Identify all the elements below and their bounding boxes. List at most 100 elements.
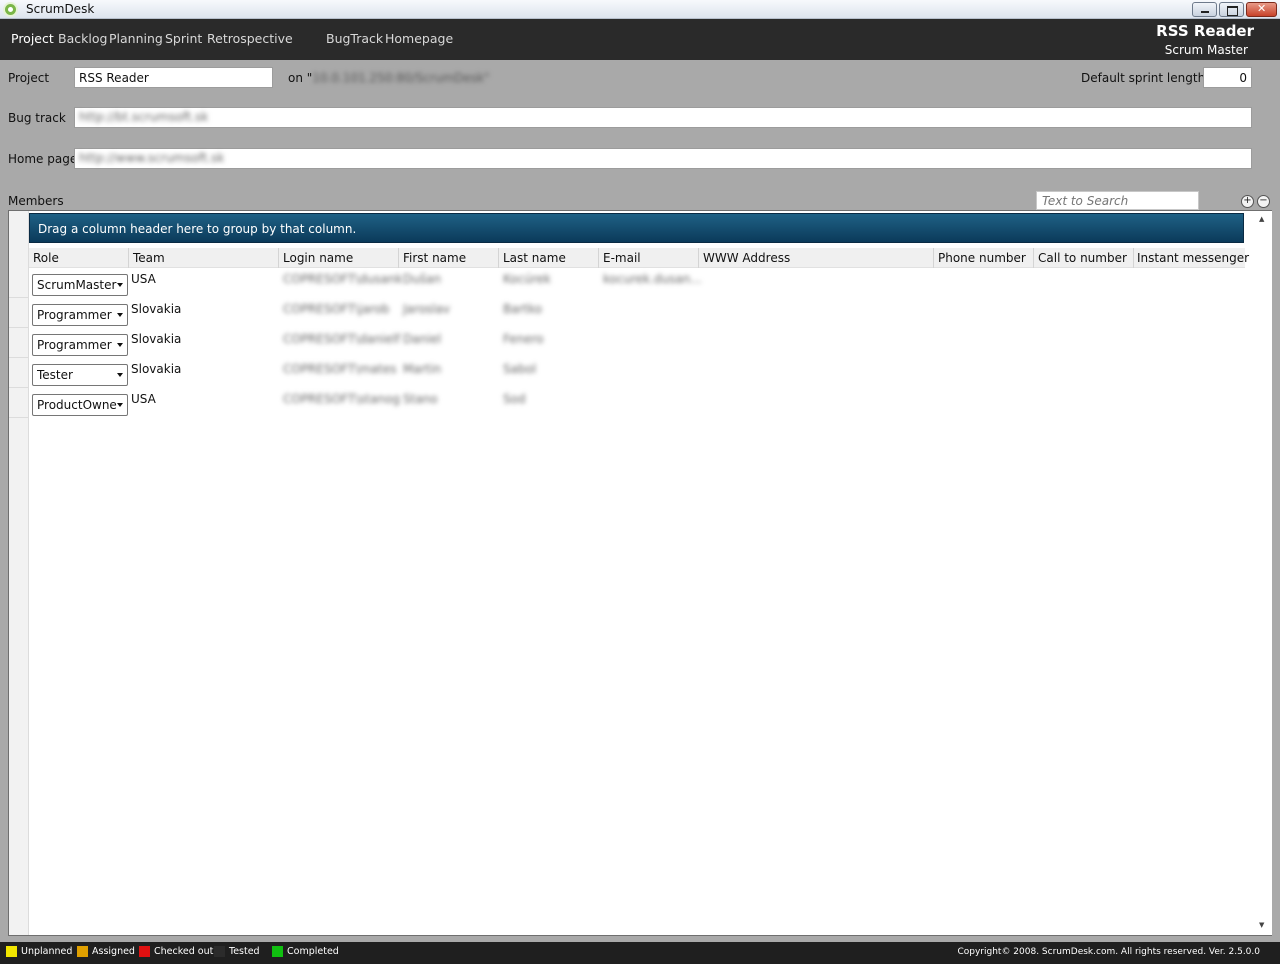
column-header-phone-number[interactable]: Phone number: [938, 251, 1026, 265]
role-dropdown[interactable]: ProductOwne: [32, 394, 128, 416]
bugtrack-url-input[interactable]: http://bt.scrumsoft.sk: [74, 107, 1252, 128]
login-name-cell[interactable]: COPRESOFT\dusank: [283, 272, 403, 286]
table-row[interactable]: Programmer Slovakia COPRESOFT\jarob Jaro…: [9, 298, 1245, 328]
column-header-www-address[interactable]: WWW Address: [703, 251, 790, 265]
login-name-cell[interactable]: COPRESOFT\mates: [283, 362, 397, 376]
nav-bugtrack[interactable]: BugTrack: [326, 31, 383, 46]
role-value: ProductOwne: [37, 398, 117, 412]
last-name-cell[interactable]: Fenero: [503, 332, 544, 346]
column-separator[interactable]: [498, 248, 499, 268]
copyright-text: Copyright© 2008. ScrumDesk.com. All righ…: [957, 947, 1260, 957]
first-name-cell[interactable]: Stano: [403, 392, 438, 406]
team-cell[interactable]: Slovakia: [131, 332, 181, 346]
first-name-cell[interactable]: Dušan: [403, 272, 441, 286]
column-header-email[interactable]: E-mail: [603, 251, 641, 265]
nav-sprint[interactable]: Sprint: [165, 31, 202, 46]
project-label: Project: [8, 71, 50, 85]
column-separator[interactable]: [1033, 248, 1034, 268]
vertical-scrollbar[interactable]: ▲ ▼: [1252, 211, 1272, 935]
members-label: Members: [8, 194, 64, 208]
collapse-all-icon[interactable]: −: [1257, 195, 1270, 208]
restore-button[interactable]: [1219, 2, 1244, 17]
scrumdesk-app-icon: [3, 2, 18, 17]
column-separator[interactable]: [398, 248, 399, 268]
last-name-cell[interactable]: Sabol: [503, 362, 536, 376]
column-separator[interactable]: [1133, 248, 1134, 268]
legend-completed: Completed: [272, 946, 339, 957]
completed-swatch: [272, 946, 283, 957]
legend-label: Checked out: [154, 946, 214, 957]
search-input[interactable]: [1036, 191, 1199, 210]
server-address: 10.0.101.250:80/ScrumDesk": [312, 71, 490, 85]
team-cell[interactable]: Slovakia: [131, 362, 181, 376]
legend-label: Completed: [287, 946, 339, 957]
homepage-url-value: http://www.scrumsoft.sk: [79, 151, 225, 165]
column-header-last-name[interactable]: Last name: [503, 251, 566, 265]
table-row[interactable]: ScrumMaster USA COPRESOFT\dusank Dušan K…: [9, 268, 1245, 298]
row-indicator[interactable]: [9, 328, 29, 358]
nav-homepage[interactable]: Homepage: [385, 31, 453, 46]
column-header-first-name[interactable]: First name: [403, 251, 466, 265]
role-dropdown[interactable]: Programmer: [32, 334, 128, 356]
legend-checked-out: Checked out: [139, 946, 213, 957]
chevron-down-icon: [117, 283, 123, 287]
last-name-cell[interactable]: Sod: [503, 392, 526, 406]
status-bar: Unplanned Assigned Checked out Tested Co…: [0, 942, 1280, 964]
team-cell[interactable]: USA: [131, 392, 156, 406]
column-header-call-to-number[interactable]: Call to number: [1038, 251, 1127, 265]
bugtrack-label: Bug track: [8, 111, 66, 125]
first-name-cell[interactable]: Martin: [403, 362, 441, 376]
team-cell[interactable]: USA: [131, 272, 156, 286]
column-header-role[interactable]: Role: [33, 251, 59, 265]
minimize-button[interactable]: [1192, 2, 1217, 17]
row-indicator[interactable]: [9, 268, 29, 298]
grid-header-row: Role Team Login name First name Last nam…: [29, 248, 1249, 268]
role-value: Tester: [37, 368, 73, 382]
chevron-down-icon: [117, 313, 123, 317]
login-name-cell[interactable]: COPRESOFT\jarob: [283, 302, 389, 316]
column-separator[interactable]: [128, 248, 129, 268]
legend-label: Unplanned: [21, 946, 73, 957]
column-header-instant-messenger[interactable]: Instant messenger: [1137, 251, 1249, 265]
column-separator[interactable]: [698, 248, 699, 268]
first-name-cell[interactable]: Jaroslav: [403, 302, 450, 316]
role-value: ScrumMaster: [37, 278, 117, 292]
nav-project[interactable]: Project: [11, 31, 54, 46]
chevron-down-icon: [117, 403, 123, 407]
group-by-panel[interactable]: Drag a column header here to group by th…: [29, 213, 1244, 243]
column-header-team[interactable]: Team: [133, 251, 165, 265]
role-dropdown[interactable]: Programmer: [32, 304, 128, 326]
row-indicator[interactable]: [9, 388, 29, 418]
table-row[interactable]: ProductOwne USA COPRESOFT\stanog Stano S…: [9, 388, 1245, 418]
column-header-login-name[interactable]: Login name: [283, 251, 353, 265]
column-separator[interactable]: [933, 248, 934, 268]
project-name-input[interactable]: [74, 67, 273, 88]
nav-retrospective[interactable]: Retrospective: [207, 31, 293, 46]
table-row[interactable]: Programmer Slovakia COPRESOFT\danielf Da…: [9, 328, 1245, 358]
role-value: Programmer: [37, 308, 112, 322]
column-separator[interactable]: [278, 248, 279, 268]
last-name-cell[interactable]: Bartko: [503, 302, 542, 316]
server-label: on "10.0.101.250:80/ScrumDesk": [288, 71, 490, 85]
default-sprint-length-input[interactable]: [1203, 67, 1252, 88]
scroll-down-arrow-icon[interactable]: ▼: [1259, 921, 1264, 929]
nav-planning[interactable]: Planning: [109, 31, 163, 46]
row-indicator[interactable]: [9, 358, 29, 388]
role-dropdown[interactable]: ScrumMaster: [32, 274, 128, 296]
column-separator[interactable]: [598, 248, 599, 268]
first-name-cell[interactable]: Daniel: [403, 332, 441, 346]
team-cell[interactable]: Slovakia: [131, 302, 181, 316]
unplanned-swatch: [6, 946, 17, 957]
scroll-up-arrow-icon[interactable]: ▲: [1259, 215, 1264, 223]
close-button[interactable]: [1246, 2, 1277, 17]
homepage-url-input[interactable]: http://www.scrumsoft.sk: [74, 148, 1252, 169]
last-name-cell[interactable]: Kocúrek: [503, 272, 551, 286]
login-name-cell[interactable]: COPRESOFT\danielf: [283, 332, 400, 346]
nav-backlog[interactable]: Backlog: [58, 31, 107, 46]
login-name-cell[interactable]: COPRESOFT\stanog: [283, 392, 400, 406]
expand-all-icon[interactable]: +: [1241, 195, 1254, 208]
role-dropdown[interactable]: Tester: [32, 364, 128, 386]
row-indicator[interactable]: [9, 298, 29, 328]
email-cell[interactable]: kocurek.dusan...: [603, 272, 702, 286]
table-row[interactable]: Tester Slovakia COPRESOFT\mates Martin S…: [9, 358, 1245, 388]
